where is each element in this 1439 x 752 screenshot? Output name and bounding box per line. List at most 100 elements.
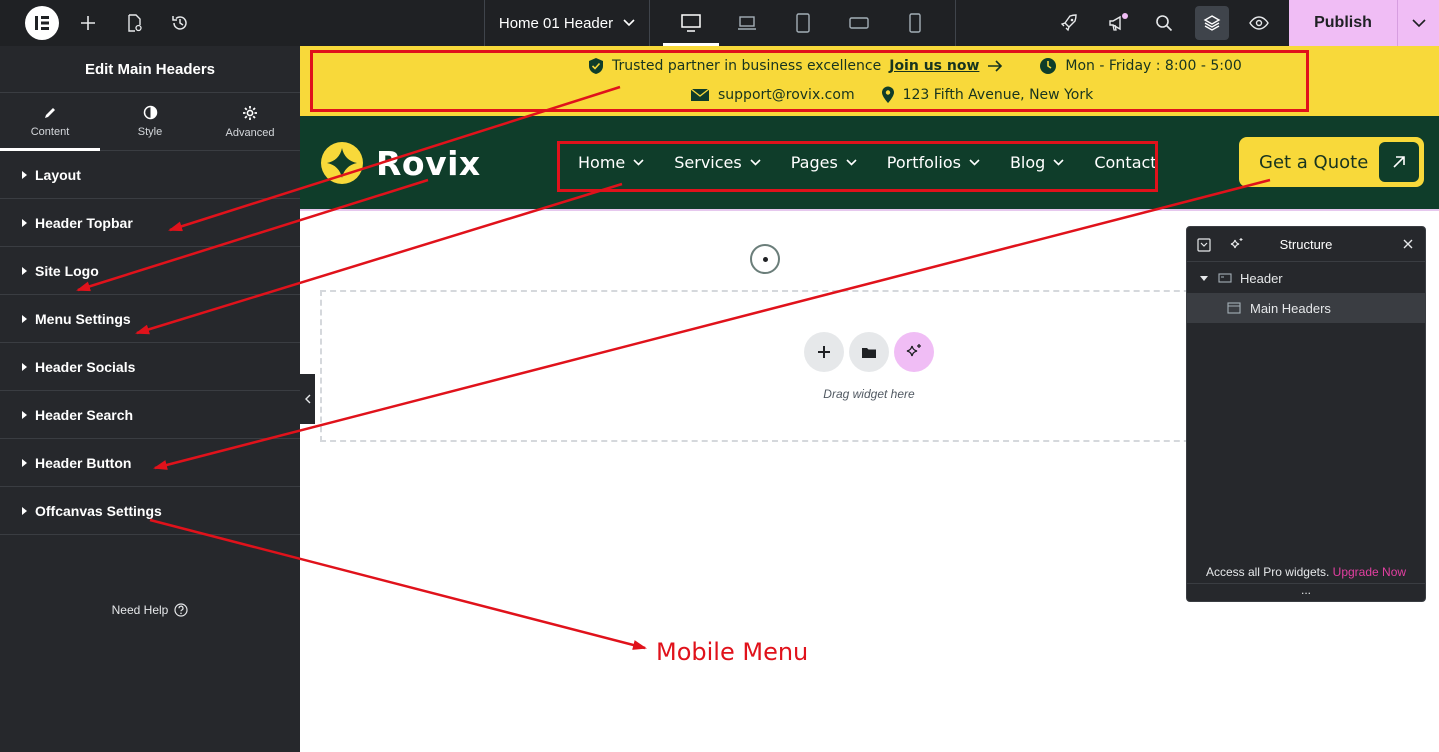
page-settings-icon bbox=[128, 14, 142, 32]
site-logo[interactable]: Rovix bbox=[320, 141, 481, 185]
section-label: Header Socials bbox=[35, 358, 136, 375]
section-header-search[interactable]: Header Search bbox=[0, 391, 300, 439]
structure-button[interactable] bbox=[1195, 6, 1229, 40]
quote-label: Get a Quote bbox=[1259, 151, 1369, 173]
widget-drop-area[interactable] bbox=[320, 290, 1220, 442]
dot bbox=[762, 256, 768, 262]
need-help-link[interactable]: Need Help bbox=[0, 603, 300, 617]
section-label: Header Topbar bbox=[35, 214, 133, 231]
tab-advanced-label: Advanced bbox=[225, 126, 275, 139]
device-mobile-button[interactable] bbox=[887, 0, 943, 46]
arrow-up-right-icon bbox=[1379, 142, 1419, 182]
upgrade-now-link[interactable]: Upgrade Now bbox=[1333, 565, 1406, 579]
panel-title: Edit Main Headers bbox=[0, 46, 300, 93]
publish-button[interactable]: Publish bbox=[1289, 0, 1397, 46]
search-button[interactable] bbox=[1148, 0, 1180, 46]
tab-style-label: Style bbox=[137, 126, 163, 138]
section-label: Layout bbox=[35, 166, 81, 183]
plus-icon bbox=[818, 346, 830, 358]
resize-handle[interactable]: ... bbox=[1187, 583, 1425, 599]
layers-icon bbox=[1203, 15, 1221, 31]
tab-advanced[interactable]: Advanced bbox=[200, 93, 300, 150]
container-icon bbox=[1218, 273, 1232, 283]
container-handle-icon[interactable] bbox=[750, 244, 780, 274]
add-element-button[interactable] bbox=[72, 0, 104, 46]
elementor-logo-button[interactable] bbox=[22, 0, 62, 46]
plus-icon bbox=[81, 16, 95, 30]
device-tablet-landscape-button[interactable] bbox=[831, 0, 887, 46]
elementor-logo-icon bbox=[25, 6, 59, 40]
caret-right-icon bbox=[22, 362, 27, 371]
annotation-box-topbar bbox=[310, 50, 1309, 112]
collapse-all-icon[interactable] bbox=[1197, 238, 1211, 252]
device-tablet-button[interactable] bbox=[775, 0, 831, 46]
chevron-down-icon bbox=[623, 19, 635, 27]
section-site-logo[interactable]: Site Logo bbox=[0, 247, 300, 295]
desktop-icon bbox=[681, 14, 701, 32]
sparkles-icon[interactable] bbox=[1229, 237, 1244, 252]
need-help-label: Need Help bbox=[111, 603, 169, 617]
close-icon[interactable] bbox=[1403, 239, 1413, 249]
section-header-topbar[interactable]: Header Topbar bbox=[0, 199, 300, 247]
structure-header: Structure bbox=[1187, 227, 1425, 262]
chevron-left-icon bbox=[304, 394, 310, 404]
document-title-dropdown[interactable]: Home 01 Header bbox=[484, 0, 650, 46]
get-a-quote-button[interactable]: Get a Quote bbox=[1239, 137, 1424, 187]
promo-text: Access all Pro widgets. bbox=[1205, 565, 1330, 579]
preview-button[interactable] bbox=[1243, 0, 1275, 46]
site-settings-button[interactable] bbox=[1053, 0, 1085, 46]
structure-title: Structure bbox=[1279, 236, 1333, 252]
tab-content-label: Content bbox=[30, 125, 70, 138]
structure-panel: Structure Header Main Headers Access all… bbox=[1186, 226, 1426, 602]
whats-new-button[interactable] bbox=[1102, 0, 1134, 46]
caret-right-icon bbox=[22, 266, 27, 275]
section-label: Offcanvas Settings bbox=[35, 502, 162, 519]
caret-right-icon bbox=[22, 410, 27, 419]
pro-promo: Access all Pro widgets. Upgrade Now bbox=[1187, 565, 1425, 579]
section-label: Menu Settings bbox=[35, 310, 131, 327]
history-icon bbox=[172, 16, 187, 30]
history-button[interactable] bbox=[164, 0, 196, 46]
folder-icon bbox=[862, 347, 876, 358]
caret-right-icon bbox=[22, 170, 27, 179]
tablet-landscape-icon bbox=[849, 17, 869, 29]
caret-right-icon bbox=[22, 314, 27, 323]
tab-content[interactable]: Content bbox=[0, 93, 100, 151]
editor-topbar: Home 01 Header Publish bbox=[0, 0, 1439, 46]
question-circle-icon bbox=[174, 603, 188, 617]
ai-generate-button[interactable] bbox=[894, 332, 934, 372]
annotation-box-menu bbox=[557, 141, 1158, 192]
collapse-panel-button[interactable] bbox=[300, 374, 315, 424]
section-layout[interactable]: Layout bbox=[0, 151, 300, 199]
panel-tabs: Content Style Advanced bbox=[0, 93, 300, 151]
megaphone-icon bbox=[1109, 13, 1128, 31]
rocket-icon bbox=[1060, 14, 1077, 32]
add-template-button[interactable] bbox=[849, 332, 889, 372]
sparkles-icon bbox=[906, 344, 921, 357]
tablet-icon bbox=[796, 13, 810, 33]
toolbar-divider bbox=[955, 0, 956, 46]
section-header-socials[interactable]: Header Socials bbox=[0, 343, 300, 391]
publish-label: Publish bbox=[1314, 14, 1372, 31]
logo-text: Rovix bbox=[376, 143, 481, 183]
add-section-button[interactable] bbox=[804, 332, 844, 372]
page-settings-button[interactable] bbox=[118, 0, 150, 46]
device-laptop-button[interactable] bbox=[719, 0, 775, 46]
section-header-button[interactable]: Header Button bbox=[0, 439, 300, 487]
structure-item-label: Header bbox=[1240, 270, 1283, 286]
device-desktop-button[interactable] bbox=[663, 0, 719, 46]
section-label: Site Logo bbox=[35, 262, 99, 279]
section-menu-settings[interactable]: Menu Settings bbox=[0, 295, 300, 343]
search-icon bbox=[1156, 15, 1173, 32]
star-logo-icon bbox=[321, 142, 363, 184]
section-offcanvas-settings[interactable]: Offcanvas Settings bbox=[0, 487, 300, 535]
structure-item-header[interactable]: Header bbox=[1187, 263, 1425, 293]
mobile-icon bbox=[909, 13, 921, 33]
structure-item-main-headers[interactable]: Main Headers bbox=[1187, 293, 1425, 323]
caret-right-icon bbox=[22, 218, 27, 227]
section-label: Header Search bbox=[35, 406, 134, 423]
publish-options-button[interactable] bbox=[1397, 0, 1439, 46]
gear-icon bbox=[243, 105, 257, 120]
mobile-menu-annotation: Mobile Menu bbox=[656, 638, 809, 666]
tab-style[interactable]: Style bbox=[100, 93, 200, 150]
